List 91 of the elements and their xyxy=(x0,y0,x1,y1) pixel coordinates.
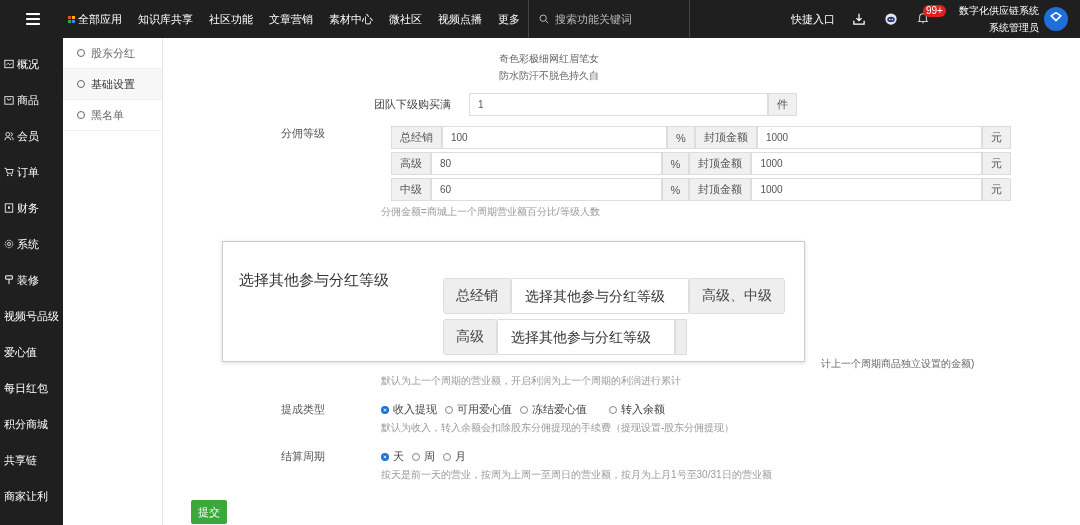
nav-link[interactable]: 微社区 xyxy=(389,11,422,27)
brush-icon xyxy=(4,275,14,285)
radio-button[interactable] xyxy=(445,405,453,414)
radio-button[interactable] xyxy=(412,452,420,461)
sidebar-item[interactable]: 装修 xyxy=(0,262,63,298)
sidebar-item[interactable]: 概况 xyxy=(0,46,63,82)
radio-button[interactable] xyxy=(609,405,617,414)
cap-addon: 封顶金额 xyxy=(689,178,752,201)
radio-option[interactable]: 冻结爱心值 xyxy=(520,402,587,417)
level-addon: 高级 xyxy=(391,152,431,175)
field-label: 团队下级购买满 xyxy=(373,97,452,112)
menu-icon[interactable] xyxy=(26,13,40,25)
sidebar-item[interactable]: 会员 xyxy=(0,118,63,154)
product-text: 防水防汗不脱色持久自 xyxy=(499,69,600,83)
cap-addon: 封顶金额 xyxy=(689,152,752,175)
nav-link[interactable]: 社区功能 xyxy=(209,11,253,27)
apps-icon xyxy=(68,15,75,23)
popup-title: 选择其他参与分红等级 xyxy=(239,271,390,290)
wallet-icon xyxy=(4,203,14,213)
chart-icon xyxy=(4,59,14,69)
users-icon xyxy=(4,131,14,141)
unit-addon: 元 xyxy=(982,126,1011,149)
nav-link[interactable]: 全部应用 xyxy=(68,11,122,27)
level-addon: 高级 xyxy=(443,319,497,355)
unit-addon: % xyxy=(661,178,690,201)
level-addon: 总经销 xyxy=(443,278,511,314)
settings-icon xyxy=(4,239,14,249)
radio-button[interactable] xyxy=(381,452,389,461)
percent-input[interactable]: 100 xyxy=(442,126,668,149)
unit-addon: 件 xyxy=(768,93,797,116)
sidebar-item[interactable]: 每日红包 xyxy=(0,370,63,406)
level-select[interactable]: 选择其他参与分红等级 xyxy=(511,278,689,314)
unit-addon: % xyxy=(667,126,695,149)
nav-link[interactable]: 文章营销 xyxy=(269,11,313,27)
search-icon xyxy=(539,14,549,24)
bag-icon xyxy=(4,95,14,105)
cap-addon: 封顶金额 xyxy=(694,126,757,149)
cart-icon xyxy=(4,167,14,177)
cap-input[interactable]: 1000 xyxy=(751,178,982,201)
levels-addon: 高级、中级 xyxy=(689,278,785,314)
hint-text: 默认为收入，转入余额会扣除股东分佣提现的手续费（提现设置-股东分佣提现） xyxy=(381,421,735,435)
radio-button[interactable] xyxy=(381,405,389,414)
robot-icon[interactable] xyxy=(885,13,897,25)
notification-badge: 99+ xyxy=(923,5,946,17)
sidebar-item[interactable]: 商品 xyxy=(0,82,63,118)
shortcut-link[interactable]: 快捷入口 xyxy=(791,11,835,27)
sub-nav-item[interactable]: 基础设置 xyxy=(63,69,162,100)
cap-input[interactable]: 1000 xyxy=(756,126,982,149)
user-role: 系统管理员 xyxy=(989,20,1039,35)
radio-button[interactable] xyxy=(520,405,528,414)
percent-input[interactable]: 80 xyxy=(431,152,662,175)
company-name: 数字化供应链系统 xyxy=(959,3,1039,18)
unit-addon: 元 xyxy=(982,152,1011,175)
nav-link[interactable]: 知识库共享 xyxy=(138,11,193,27)
unit-addon: % xyxy=(661,152,690,175)
percent-input[interactable]: 60 xyxy=(431,178,662,201)
radio-option[interactable]: 收入提现 xyxy=(381,402,437,417)
radio-option[interactable]: 转入余额 xyxy=(609,402,665,417)
purchase-input[interactable]: 1 xyxy=(469,93,768,116)
unit-addon: 元 xyxy=(982,178,1011,201)
cap-input[interactable]: 1000 xyxy=(751,152,982,175)
level-addon: 总经销 xyxy=(391,126,442,149)
sidebar-item[interactable]: 订单 xyxy=(0,154,63,190)
radio-option[interactable]: 可用爱心值 xyxy=(445,402,512,417)
sidebar-item[interactable]: 共享链 xyxy=(0,442,63,478)
sub-nav-item[interactable]: 黑名单 xyxy=(63,100,162,131)
download-icon[interactable] xyxy=(853,13,865,25)
radio-button[interactable] xyxy=(443,452,451,461)
sidebar-item[interactable]: 系统 xyxy=(0,226,63,262)
radio-option[interactable]: 周 xyxy=(412,449,435,464)
nav-link[interactable]: 视频点播 xyxy=(438,11,482,27)
field-label: 分佣等级 xyxy=(280,126,326,141)
product-text: 奇色彩极细网红眉笔女 xyxy=(499,52,600,66)
bell-icon[interactable] xyxy=(917,12,929,24)
sidebar-item[interactable]: 视频号品级 xyxy=(0,298,63,334)
sidebar-item[interactable]: 财务 xyxy=(0,190,63,226)
sidebar-item[interactable]: 积分商城 xyxy=(0,406,63,442)
search-field[interactable]: 搜索功能关键词 xyxy=(553,12,677,26)
avatar-icon[interactable] xyxy=(1044,7,1068,31)
nav-link[interactable]: 素材中心 xyxy=(329,11,373,27)
option-text: 计上一个周期商品独立设置的金额) xyxy=(821,357,975,371)
level-addon: 中级 xyxy=(391,178,431,201)
radio-option[interactable]: 月 xyxy=(443,449,466,464)
level-select[interactable]: 选择其他参与分红等级 xyxy=(497,319,675,355)
field-label: 结算周期 xyxy=(280,449,326,464)
sidebar-item[interactable]: 商家让利 xyxy=(0,478,63,514)
radio-option[interactable]: 天 xyxy=(381,449,404,464)
sidebar-item[interactable]: 爱心值 xyxy=(0,334,63,370)
select-addon xyxy=(675,319,687,355)
nav-link[interactable]: 更多 xyxy=(498,11,520,27)
field-label: 提成类型 xyxy=(280,402,326,417)
